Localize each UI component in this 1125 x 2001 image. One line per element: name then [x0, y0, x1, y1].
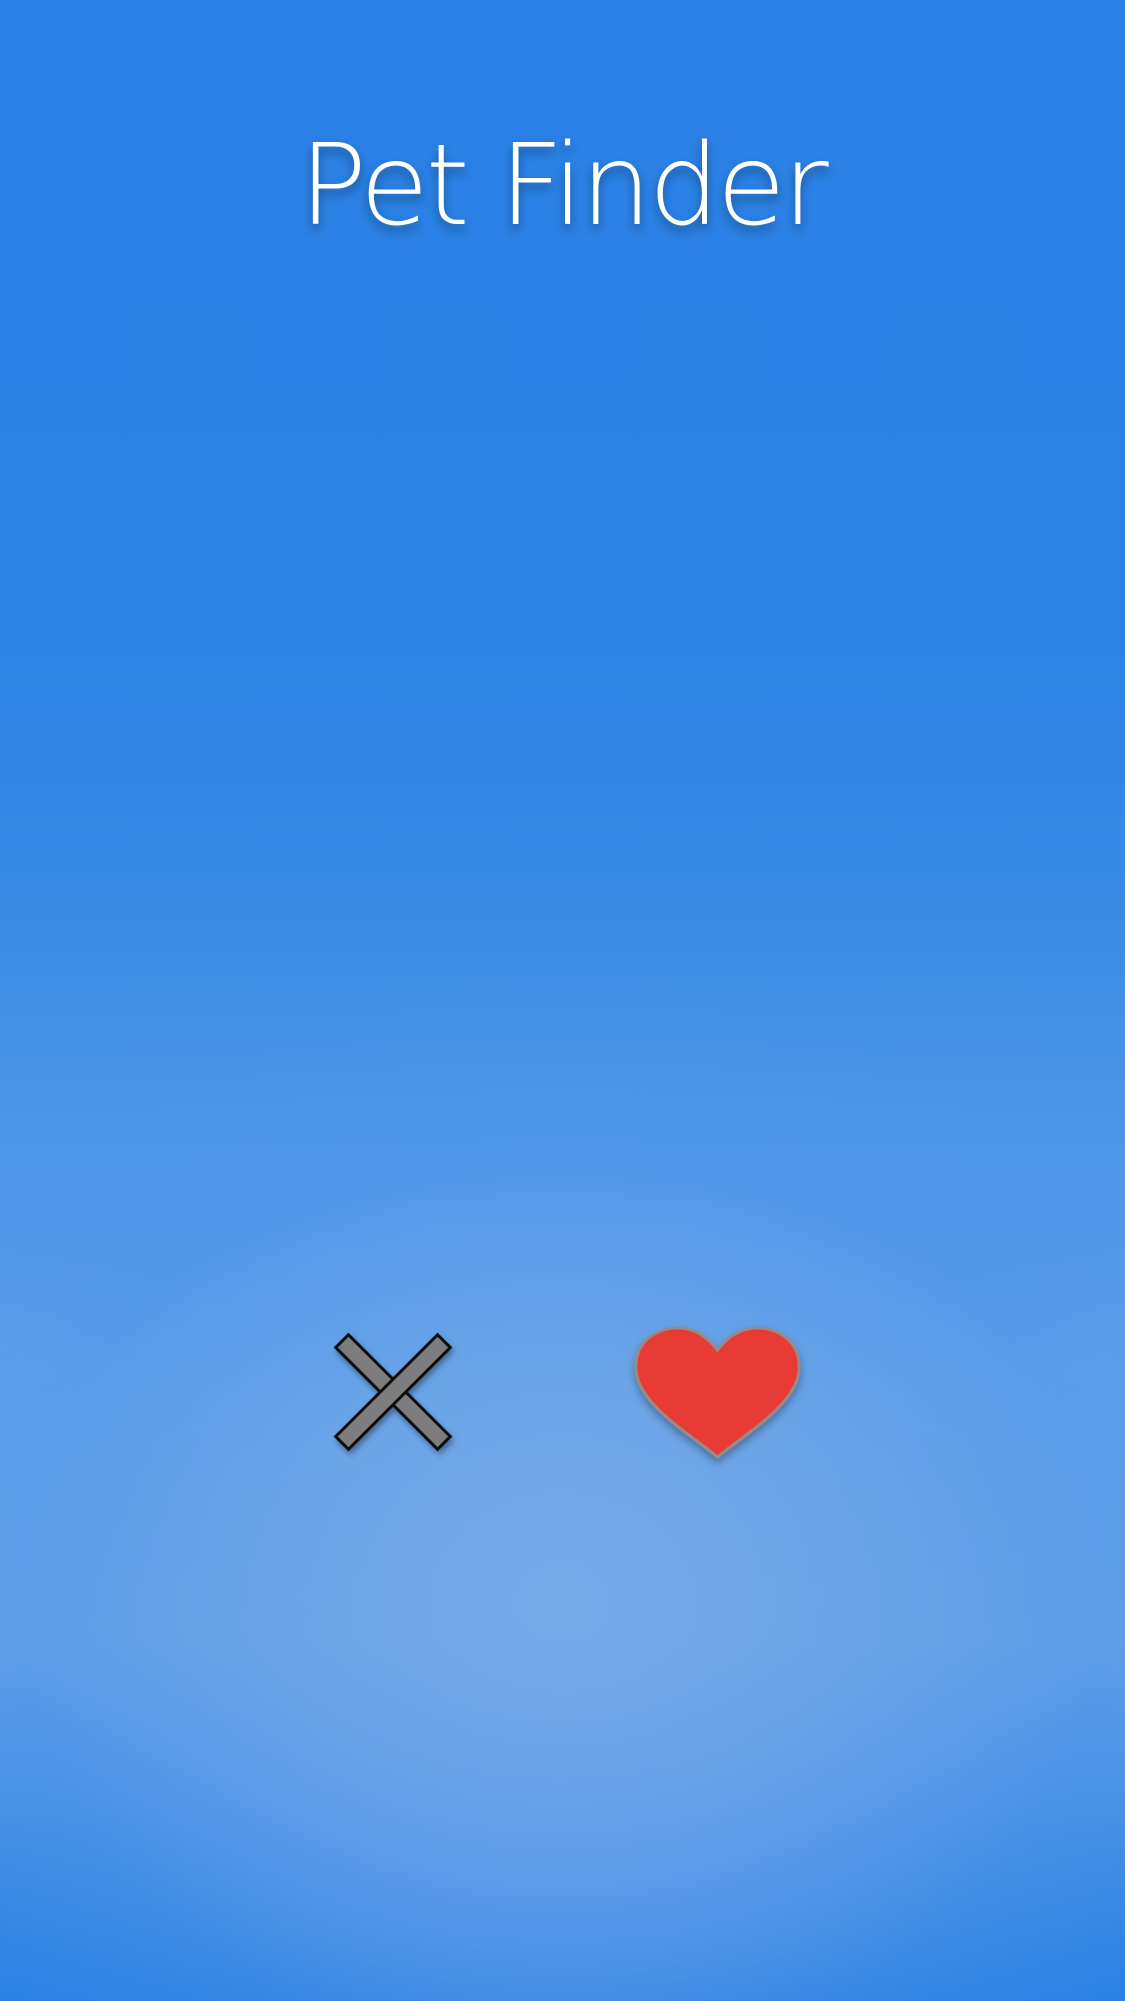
app-screen: Pet Finder [0, 0, 1125, 2001]
heart-icon [634, 1326, 801, 1459]
close-x-icon [333, 1332, 453, 1452]
reject-button[interactable] [328, 1326, 458, 1458]
like-button[interactable] [630, 1322, 805, 1462]
app-title: Pet Finder [299, 121, 828, 251]
